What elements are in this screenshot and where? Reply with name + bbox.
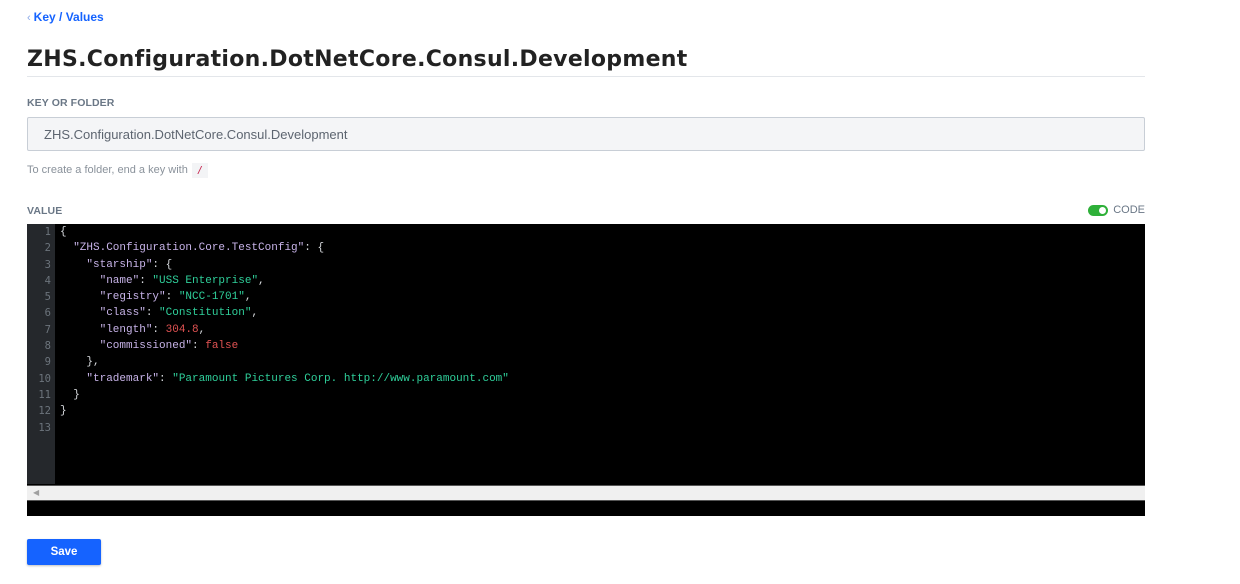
- json-key: "starship": [86, 258, 153, 271]
- code-line: },: [60, 354, 509, 370]
- code-line: "name": "USS Enterprise",: [60, 273, 509, 289]
- json-punctuation: [60, 307, 100, 319]
- folder-help-text: To create a folder, end a key with /: [27, 163, 208, 178]
- json-punctuation: :: [139, 274, 153, 287]
- json-key: "class": [99, 307, 146, 320]
- json-punctuation: [60, 259, 86, 271]
- code-line: "ZHS.Configuration.Core.TestConfig": {: [60, 240, 509, 256]
- json-key: "trademark": [86, 372, 160, 385]
- line-number: 11: [38, 388, 51, 401]
- json-punctuation: }: [60, 405, 67, 418]
- line-number-gutter: 1 2 3 4 5 6 7 8 9 10 11 12 13: [27, 224, 55, 484]
- json-punctuation: [60, 340, 100, 352]
- json-punctuation: ,: [244, 291, 252, 304]
- json-punctuation: [60, 242, 73, 254]
- json-punctuation: :: [192, 340, 206, 353]
- json-punctuation: : {: [152, 258, 173, 271]
- json-key: "registry": [99, 291, 166, 304]
- json-punctuation: ,: [198, 323, 206, 336]
- json-punctuation: :: [159, 372, 173, 385]
- save-button[interactable]: Save: [27, 539, 101, 565]
- line-number: 13: [38, 421, 51, 434]
- code-editor[interactable]: 1 2 3 4 5 6 7 8 9 10 11 12 13 { "ZHS.Configuration.C…: [27, 224, 1145, 516]
- json-punctuation: ,: [258, 274, 265, 287]
- line-number: 3: [44, 258, 51, 271]
- json-punctuation: :: [145, 307, 160, 320]
- json-key: "ZHS.Configuration.Core.TestConfig": [73, 242, 305, 255]
- breadcrumb-back-link[interactable]: ‹ Key / Values: [27, 10, 104, 24]
- line-number: 1: [44, 226, 51, 238]
- line-number: 12: [38, 405, 51, 418]
- json-key: "commissioned": [99, 340, 193, 353]
- code-line: "commissioned": false: [60, 338, 509, 354]
- json-key: "length": [99, 323, 153, 336]
- line-number: 2: [44, 242, 51, 255]
- code-line: }: [60, 403, 509, 419]
- code-toggle-label: CODE: [1113, 204, 1145, 216]
- value-label: VALUE: [27, 205, 63, 217]
- line-number: 5: [44, 291, 51, 304]
- breadcrumb-label: Key / Values: [33, 10, 104, 24]
- key-input[interactable]: [27, 117, 1145, 151]
- line-number: 7: [44, 323, 51, 336]
- code-line: "trademark": "Paramount Pictures Corp. h…: [60, 371, 509, 387]
- json-literal: 304.8: [165, 323, 199, 336]
- code-line: "registry": "NCC-1701",: [60, 289, 509, 305]
- json-punctuation: [60, 275, 100, 287]
- help-text: To create a folder, end a key with: [27, 164, 188, 176]
- help-slash-code: /: [191, 163, 208, 178]
- code-toggle[interactable]: CODE: [1088, 204, 1145, 216]
- json-key: "name": [99, 274, 140, 287]
- json-string: "Constitution": [159, 307, 252, 320]
- json-punctuation: [60, 291, 100, 303]
- title-divider: [27, 76, 1145, 77]
- json-string: "USS Enterprise": [152, 274, 259, 287]
- line-number: 9: [44, 356, 51, 369]
- json-string: "NCC-1701": [178, 291, 245, 304]
- toggle-switch-icon[interactable]: [1088, 204, 1109, 216]
- scroll-left-arrow-icon[interactable]: ◀: [33, 488, 39, 497]
- code-line: "length": 304.8,: [60, 322, 509, 338]
- json-punctuation: ,: [251, 307, 259, 320]
- line-number: 10: [38, 372, 51, 385]
- code-content[interactable]: { "ZHS.Configuration.Core.TestConfig": {…: [60, 224, 509, 436]
- json-punctuation: :: [165, 291, 179, 304]
- page-title: ZHS.Configuration.DotNetCore.Consul.Deve…: [27, 47, 688, 72]
- chevron-left-icon: ‹: [27, 12, 31, 24]
- horizontal-scrollbar[interactable]: ◀: [27, 485, 1145, 501]
- json-punctuation: : {: [304, 242, 325, 255]
- line-number: 4: [44, 274, 51, 287]
- toggle-knob: [1099, 206, 1107, 214]
- json-punctuation: :: [152, 323, 166, 336]
- code-line: }: [60, 387, 509, 403]
- line-number: 6: [44, 307, 51, 320]
- code-line: "class": "Constitution",: [60, 305, 509, 321]
- json-punctuation: {: [60, 226, 67, 238]
- json-punctuation: [60, 324, 100, 336]
- json-string: "Paramount Pictures Corp. http://www.par…: [172, 372, 509, 385]
- json-punctuation: },: [60, 356, 100, 369]
- json-literal: false: [205, 340, 239, 353]
- json-punctuation: [60, 373, 86, 385]
- line-number: 8: [44, 340, 51, 353]
- code-line: "starship": {: [60, 257, 509, 273]
- key-or-folder-label: KEY OR FOLDER: [27, 97, 115, 109]
- code-line: {: [60, 224, 509, 240]
- json-punctuation: }: [60, 388, 80, 401]
